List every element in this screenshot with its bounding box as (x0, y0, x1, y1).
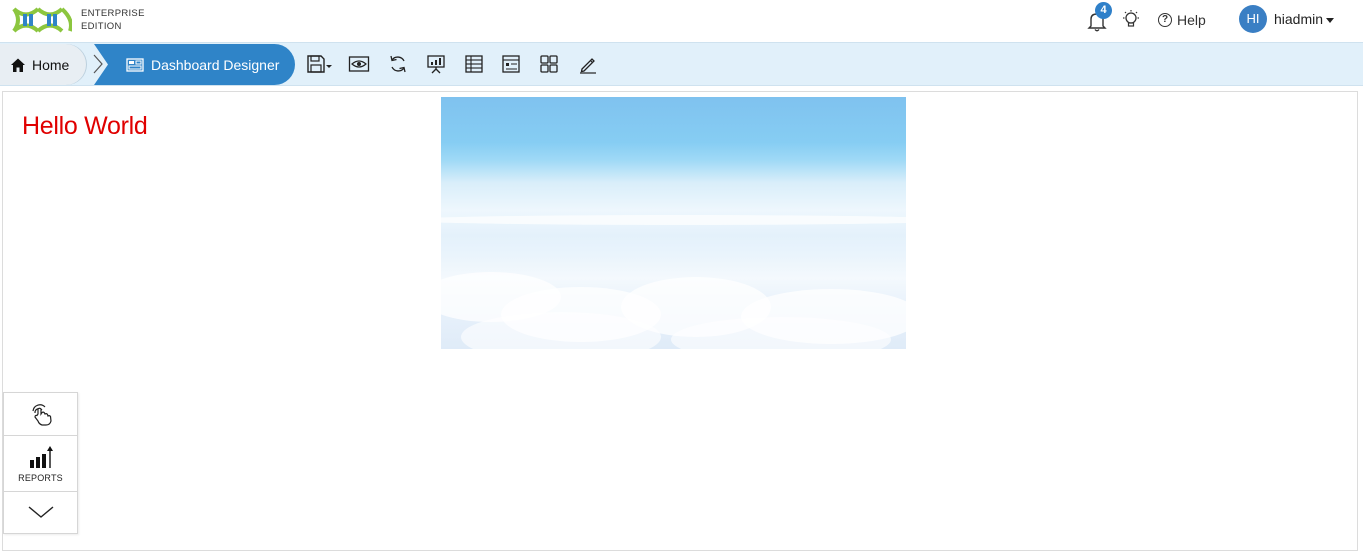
lightbulb-icon[interactable] (1121, 9, 1141, 29)
help-question-icon: ? (1158, 13, 1172, 27)
home-icon (11, 58, 25, 72)
edition-label: ENTERPRISE EDITION (81, 7, 145, 33)
breadcrumb-home-label: Home (32, 56, 70, 73)
reports-bar-chart-icon (29, 446, 53, 468)
grid-icon (540, 55, 558, 73)
edit-button[interactable] (576, 53, 600, 75)
expand-panel-button[interactable] (4, 492, 77, 532)
breadcrumb-current-label: Dashboard Designer (151, 56, 280, 73)
refresh-button[interactable] (386, 53, 410, 75)
top-header: ENTERPRISE EDITION 4 ? Help HI hiadmin (0, 0, 1363, 42)
touch-hand-icon (31, 404, 52, 426)
edition-line-2: EDITION (81, 21, 122, 32)
grid-button[interactable] (537, 53, 561, 75)
hello-world-text[interactable]: Hello World (22, 112, 148, 141)
table-button[interactable] (462, 53, 486, 75)
dashboard-icon (126, 57, 144, 72)
layout-icon (502, 55, 520, 73)
user-menu[interactable]: HI hiadmin (1239, 5, 1335, 33)
presentation-icon (427, 55, 445, 74)
preview-icon (348, 56, 370, 72)
dashboard-canvas[interactable]: Hello World (2, 91, 1358, 551)
preview-button[interactable] (347, 53, 371, 75)
chevron-down-icon (1326, 18, 1335, 23)
save-button[interactable] (306, 53, 334, 75)
reports-button[interactable]: REPORTS (4, 436, 77, 491)
helical-logo-icon[interactable] (12, 5, 72, 35)
user-avatar[interactable]: HI (1239, 5, 1267, 33)
refresh-icon (390, 55, 406, 73)
notification-count-badge[interactable]: 4 (1095, 2, 1112, 19)
chevron-down-icon (28, 506, 53, 518)
breadcrumb-toolbar: Home Dashboard Designer (0, 42, 1363, 86)
edit-icon (580, 58, 596, 74)
help-label: Help (1177, 12, 1206, 28)
layout-button[interactable] (499, 53, 523, 75)
table-icon (465, 55, 483, 73)
breadcrumb-dashboard-designer[interactable]: Dashboard Designer (112, 44, 295, 85)
presentation-button[interactable] (424, 53, 448, 75)
save-icon (307, 55, 332, 73)
edition-line-1: ENTERPRISE (81, 8, 145, 19)
sky-clouds-image[interactable] (441, 97, 906, 349)
interaction-button[interactable] (4, 393, 77, 435)
reports-label: REPORTS (18, 473, 63, 483)
help-button[interactable]: ? Help (1158, 11, 1206, 29)
widget-side-panel: REPORTS (3, 392, 78, 534)
breadcrumb-home[interactable]: Home (0, 44, 86, 85)
username-label: hiadmin (1274, 11, 1324, 27)
